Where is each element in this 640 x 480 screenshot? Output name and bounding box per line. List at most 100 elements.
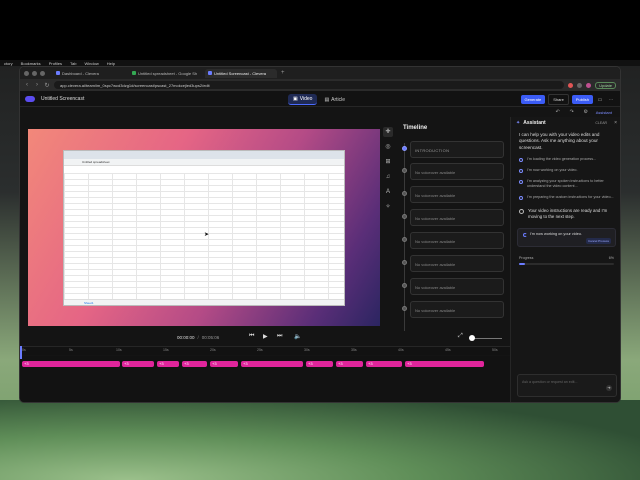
zoom-tool-icon[interactable]: ⊞ bbox=[383, 157, 393, 167]
menu-item[interactable]: Help bbox=[107, 61, 115, 66]
timeline-item[interactable]: No voiceover available bbox=[410, 209, 504, 226]
zoom-window-button[interactable] bbox=[40, 70, 45, 76]
back-icon[interactable]: ‹ bbox=[24, 82, 30, 88]
player-controls: 00:00:00/00:05:06 ⏮ ▶ ⏭ 🔈 ⤢ bbox=[20, 331, 510, 345]
redo-icon[interactable]: ↷ bbox=[568, 109, 576, 115]
update-button[interactable]: Update bbox=[595, 81, 616, 89]
ruler-label: 10s bbox=[116, 348, 122, 352]
menu-item[interactable]: Profiles bbox=[49, 61, 62, 66]
cursor-tool-icon[interactable]: ✛ bbox=[383, 127, 393, 137]
layout-icon[interactable]: ▭ bbox=[596, 97, 604, 103]
video-clip[interactable]: +3 bbox=[22, 361, 120, 367]
menu-item[interactable]: Tab bbox=[70, 61, 76, 66]
fullscreen-icon[interactable]: ⤢ bbox=[458, 333, 463, 340]
reload-icon[interactable]: ↻ bbox=[44, 82, 50, 89]
playhead[interactable] bbox=[20, 346, 22, 359]
assistant-toggle[interactable]: Assistant bbox=[596, 110, 612, 115]
video-clip[interactable]: +3 bbox=[241, 361, 303, 367]
tab-bar: Dashboard - Clevera Untitled spreadsheet… bbox=[20, 67, 620, 79]
assistant-status-message: Your video instructions are ready and I'… bbox=[511, 208, 620, 220]
menu-item[interactable]: Bookmarks bbox=[21, 61, 41, 66]
timeline-item[interactable]: No voiceover available bbox=[410, 232, 504, 249]
progress-row: Progress 6% bbox=[511, 256, 620, 261]
ruler-label: 50s bbox=[492, 348, 498, 352]
rewind-icon[interactable]: ⏮ bbox=[249, 333, 254, 340]
cancel-process-button[interactable]: Cancel Process bbox=[585, 238, 611, 245]
video-preview[interactable]: Untitled spreadsheet Sheet1 ➤ bbox=[28, 129, 380, 326]
progress-label: Progress bbox=[519, 256, 534, 261]
video-clip[interactable]: +3 bbox=[366, 361, 402, 367]
assistant-step: I'm now working on your video. bbox=[511, 168, 620, 174]
menu-item[interactable]: ctory bbox=[4, 61, 13, 66]
tab-video[interactable]: ▣ Video bbox=[288, 94, 318, 105]
screencast-title[interactable]: Untitled Screencast bbox=[41, 96, 84, 102]
timeline-dot bbox=[402, 306, 407, 311]
close-window-button[interactable] bbox=[24, 70, 29, 76]
more-icon[interactable]: ⋯ bbox=[607, 97, 615, 103]
video-clip[interactable]: +3 bbox=[336, 361, 363, 367]
video-clip[interactable]: +3 bbox=[405, 361, 484, 367]
timeline-item[interactable]: No voiceover available bbox=[410, 278, 504, 295]
tab-label: Untitled spreadsheet - Google Sh bbox=[138, 70, 198, 76]
article-icon: ▤ bbox=[324, 96, 330, 103]
share-button[interactable]: Share bbox=[548, 94, 569, 105]
undo-icon[interactable]: ↶ bbox=[554, 109, 562, 115]
timeline-item[interactable]: No voiceover available bbox=[410, 301, 504, 318]
video-clip[interactable]: +3 bbox=[306, 361, 333, 367]
assistant-step: I'm analyzing your spoken instructions t… bbox=[511, 179, 620, 189]
timeline-dot bbox=[402, 214, 407, 219]
menu-item[interactable]: Window bbox=[84, 61, 98, 66]
assistant-title: Assistant bbox=[523, 120, 546, 126]
assistant-step: I'm loading the video generation process… bbox=[511, 157, 620, 163]
style-tool-icon[interactable]: ◎ bbox=[383, 142, 393, 152]
volume-icon[interactable]: 🔈 bbox=[294, 333, 301, 340]
translate-tool-icon[interactable]: A bbox=[383, 187, 393, 197]
generate-button[interactable]: Generate bbox=[520, 95, 546, 104]
current-time: 00:00:00 bbox=[177, 335, 195, 340]
tab-article[interactable]: ▤ Article bbox=[319, 94, 350, 105]
timeline-ruler[interactable]: 0s 5s 10s 15s 20s 25s 30s 35s 40s 45s 50s bbox=[20, 346, 510, 355]
browser-tab-screencast[interactable]: Untitled Screencast - Clevera bbox=[205, 68, 277, 78]
menu-bar: ctory Bookmarks Profiles Tab Window Help bbox=[0, 0, 640, 66]
timeline-item[interactable]: No voiceover available bbox=[410, 255, 504, 272]
browser-tab-spreadsheet[interactable]: Untitled spreadsheet - Google Sh bbox=[129, 69, 201, 78]
publish-button[interactable]: Publish bbox=[571, 95, 593, 104]
ruler-label: 20s bbox=[210, 348, 216, 352]
video-clip[interactable]: +3 bbox=[210, 361, 238, 367]
browser-tab-dashboard[interactable]: Dashboard - Clevera bbox=[53, 69, 125, 78]
effects-tool-icon[interactable]: ✧ bbox=[383, 202, 393, 212]
timeline-item[interactable]: No voiceover available bbox=[410, 186, 504, 203]
assistant-input[interactable]: Ask a question or request an edit... bbox=[517, 374, 617, 397]
forward-icon[interactable]: ⏭ bbox=[277, 333, 282, 340]
timeline-item-introduction[interactable]: INTRODUCTION bbox=[410, 141, 504, 158]
step-status-icon bbox=[519, 158, 523, 163]
clip-track: +3 +3 +3 +3 +3 +3 +3 +3 +3 +3 bbox=[20, 361, 510, 368]
assistant-step: I'm preparing the custom instructions fo… bbox=[511, 195, 620, 201]
zoom-slider-handle[interactable] bbox=[469, 335, 475, 341]
music-tool-icon[interactable]: ♫ bbox=[383, 172, 393, 182]
profile-avatar[interactable] bbox=[586, 82, 592, 88]
captured-sheet-footer: Sheet1 bbox=[64, 299, 344, 305]
close-icon[interactable]: × bbox=[614, 120, 617, 126]
play-icon[interactable]: ▶ bbox=[263, 333, 268, 340]
clevera-logo-icon[interactable] bbox=[25, 95, 35, 102]
timeline-item[interactable]: No voiceover available bbox=[410, 163, 504, 180]
timeline-dot bbox=[402, 191, 407, 196]
assistant-panel: ✦ Assistant CLEAR × I can help you with … bbox=[510, 117, 620, 402]
step-status-icon bbox=[519, 169, 523, 174]
video-clip[interactable]: +3 bbox=[122, 361, 154, 367]
new-tab-icon[interactable]: + bbox=[281, 70, 285, 76]
settings-icon[interactable]: ⚙ bbox=[582, 109, 590, 115]
ruler-label: 40s bbox=[398, 348, 404, 352]
duration: 00:05:06 bbox=[201, 335, 220, 340]
zoom-slider-track[interactable] bbox=[472, 338, 502, 339]
extension-icon[interactable] bbox=[577, 82, 583, 88]
url-field[interactable]: app.clevera.ai/team/im_0spc7wcd3dzg1d/sc… bbox=[54, 81, 565, 89]
extension-icon[interactable] bbox=[568, 82, 574, 88]
video-clip[interactable]: +3 bbox=[157, 361, 179, 367]
clear-button[interactable]: CLEAR bbox=[595, 121, 607, 125]
minimize-window-button[interactable] bbox=[32, 70, 37, 76]
send-icon[interactable]: ➜ bbox=[606, 385, 612, 391]
video-clip[interactable]: +3 bbox=[182, 361, 207, 367]
forward-icon[interactable]: › bbox=[34, 82, 40, 88]
